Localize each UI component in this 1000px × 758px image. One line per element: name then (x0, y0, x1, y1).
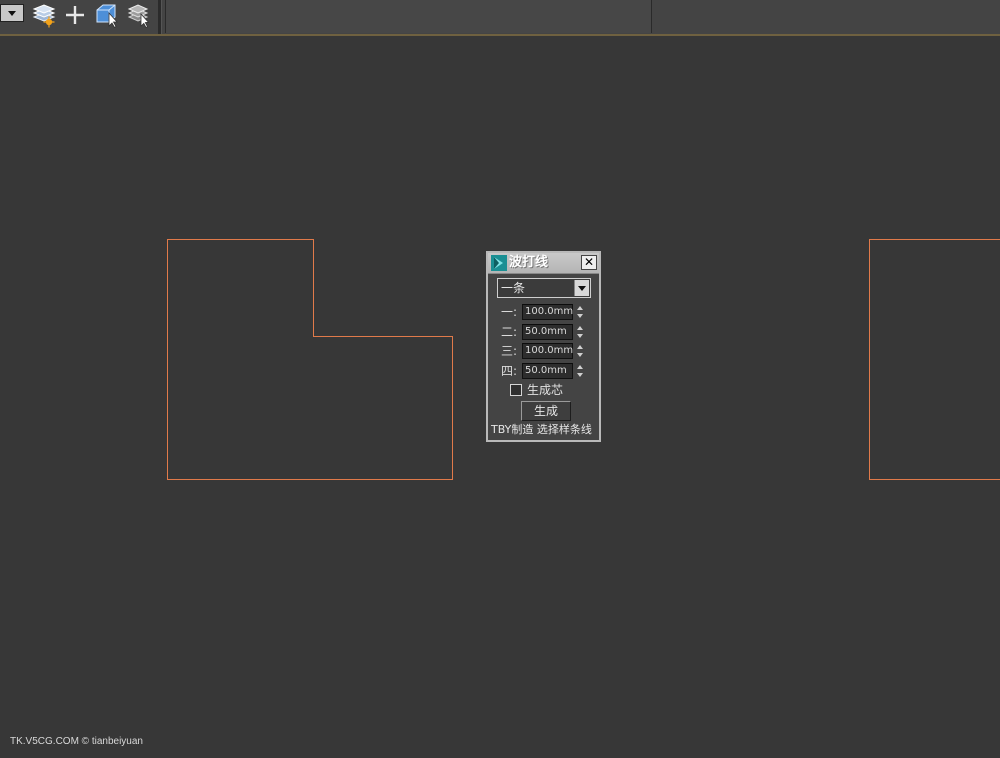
spinner-down-icon[interactable] (577, 334, 583, 338)
spinner-label: 二: (501, 325, 518, 339)
spinner-down-icon[interactable] (577, 373, 583, 377)
spinner-arrows[interactable] (575, 324, 585, 340)
spinner-field-4[interactable]: 50.0mm (522, 363, 573, 379)
l-shape-spline[interactable] (167, 239, 453, 480)
chevron-down-icon (8, 11, 16, 16)
layer-manager-icon[interactable] (31, 2, 57, 28)
generate-core-row[interactable]: 生成芯 (510, 382, 590, 398)
max-logo-icon (491, 255, 507, 271)
spinner-arrows[interactable] (575, 343, 585, 359)
select-dropdown-button[interactable] (574, 280, 589, 296)
select-value: 一条 (501, 281, 526, 295)
rectangle-spline[interactable] (869, 239, 1000, 480)
chevron-down-icon (578, 286, 586, 291)
watermark-text: TK.V5CG.COM © tianbeiyuan (10, 736, 143, 747)
spinner-down-icon[interactable] (577, 353, 583, 357)
spinner-row-2: 二: 50.0mm (488, 324, 599, 340)
spinner-row-1: 一: 100.0mm (488, 304, 599, 320)
spinner-up-icon[interactable] (577, 365, 583, 369)
spinner-up-icon[interactable] (577, 306, 583, 310)
max-viewport-window: 波打线 ✕ 一条 一: 100.0mm 二: 50.0mm 三: 100.0mm… (0, 0, 1000, 758)
toolbar-separator (158, 0, 162, 34)
spinner-label: 四: (501, 364, 518, 378)
spinner-label: 三: (501, 344, 518, 358)
checkbox-label: 生成芯 (527, 383, 564, 397)
generate-core-checkbox[interactable] (510, 384, 522, 396)
wave-line-dialog: 波打线 ✕ 一条 一: 100.0mm 二: 50.0mm 三: 100.0mm… (486, 251, 601, 442)
spinner-down-icon[interactable] (577, 314, 583, 318)
spinner-label: 一: (501, 305, 518, 319)
layer-select-icon[interactable] (126, 2, 152, 28)
dialog-title-bar[interactable]: 波打线 ✕ (488, 253, 599, 274)
line-count-select[interactable]: 一条 (497, 278, 591, 298)
dialog-footer-text: TBY制造 选择样条线 (491, 423, 592, 436)
spinner-up-icon[interactable] (577, 345, 583, 349)
spinner-row-3: 三: 100.0mm (488, 343, 599, 359)
dialog-title: 波打线 (509, 255, 549, 270)
plus-icon[interactable] (62, 2, 88, 28)
spinner-field-1[interactable]: 100.0mm (522, 304, 573, 320)
generate-button[interactable]: 生成 (521, 401, 571, 421)
spinner-field-3[interactable]: 100.0mm (522, 343, 573, 359)
toolbar-dropdown[interactable] (0, 4, 24, 22)
select-object-icon[interactable] (94, 2, 120, 28)
close-button[interactable]: ✕ (581, 255, 597, 270)
spinner-arrows[interactable] (575, 363, 585, 379)
toolbar-empty-panel (165, 0, 652, 33)
spinner-arrows[interactable] (575, 304, 585, 320)
spinner-row-4: 四: 50.0mm (488, 363, 599, 379)
close-icon: ✕ (583, 255, 595, 269)
main-toolbar (0, 0, 1000, 36)
spinner-up-icon[interactable] (577, 326, 583, 330)
spinner-field-2[interactable]: 50.0mm (522, 324, 573, 340)
